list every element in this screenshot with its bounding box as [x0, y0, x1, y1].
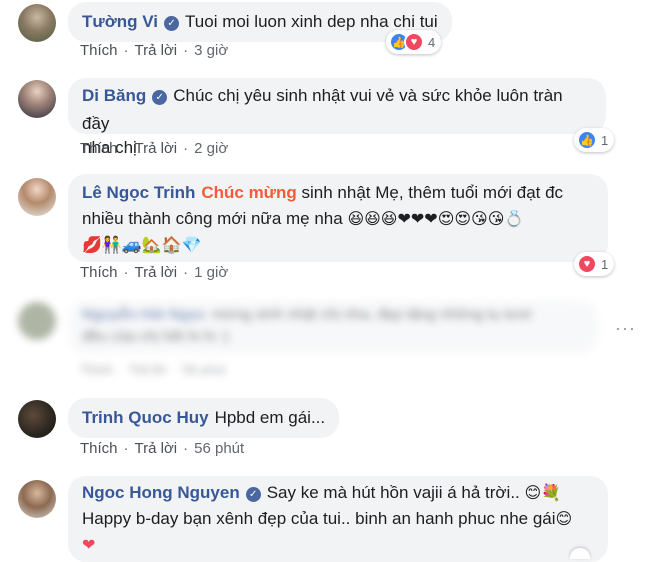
- timestamp[interactable]: 58 phút: [182, 362, 225, 377]
- timestamp[interactable]: 2 giờ: [194, 140, 228, 157]
- verified-icon: ✓: [245, 487, 261, 502]
- timestamp[interactable]: 3 giờ: [194, 42, 228, 59]
- avatar[interactable]: [18, 480, 56, 518]
- reply-link[interactable]: Trả lời: [135, 42, 178, 59]
- like-link[interactable]: Thích: [80, 42, 118, 59]
- like-link[interactable]: Thích: [80, 362, 113, 377]
- author-name[interactable]: Trinh Quoc Huy: [82, 408, 209, 427]
- comment-bubble: Trinh Quoc Huy Hpbd em gái...: [68, 398, 340, 438]
- reaction-count: 4: [428, 34, 436, 50]
- more-options-icon[interactable]: ···: [615, 318, 636, 339]
- highlighted-text: Chúc mừng: [201, 183, 297, 202]
- like-icon: 👍: [577, 130, 597, 150]
- avatar[interactable]: [18, 178, 56, 216]
- comment-actions: Thích · Trả lời · 1 giờ: [80, 264, 229, 281]
- emoji-string: 😊💐: [524, 483, 562, 502]
- like-link[interactable]: Thích: [80, 264, 118, 281]
- love-icon: ♥: [577, 254, 597, 274]
- comment-bubble: Ngoc Hong Nguyen ✓ Say ke mà hút hồn vajii…: [68, 476, 608, 562]
- reaction-summary[interactable]: 👍 1: [574, 128, 615, 152]
- comment-text-continued: nhiều thành công mới nữa mẹ nha: [82, 209, 343, 228]
- reply-link[interactable]: Trả lời: [129, 362, 166, 377]
- love-icon: ♥: [404, 32, 424, 52]
- timestamp[interactable]: 56 phút: [194, 440, 244, 457]
- avatar[interactable]: [18, 4, 56, 42]
- author-name[interactable]: Di Băng: [82, 86, 146, 105]
- author-name[interactable]: Lê Ngọc Trinh: [82, 183, 195, 202]
- comment-bubble: Di Băng ✓ Chúc chị yêu sinh nhật vui vẻ và…: [68, 78, 606, 157]
- timestamp[interactable]: 1 giờ: [194, 264, 228, 281]
- reply-link[interactable]: Trả lời: [135, 140, 178, 157]
- avatar[interactable]: [18, 400, 56, 438]
- emoji-string: 😆😆😆❤❤❤😍😍😘😘💍: [347, 209, 525, 228]
- reaction-summary[interactable]: 👍 ♥ 4: [386, 30, 442, 54]
- comment-actions: Thích · Trả lời · 58 phút: [80, 362, 226, 377]
- emoji-string-3: ❤: [82, 535, 96, 554]
- verified-icon: ✓: [152, 90, 168, 105]
- verified-icon: ✓: [164, 16, 180, 31]
- comment-bubble: Lê Ngọc Trinh Chúc mừng sinh nhật Mẹ, thê…: [68, 174, 608, 262]
- comment-actions: Thích · Trả lời · 3 giờ: [80, 42, 229, 59]
- reply-link[interactable]: Trả lời: [135, 440, 178, 457]
- comment-text: Hpbd em gái...: [214, 408, 326, 427]
- comment-text: sinh nhật Mẹ, thêm tuổi mới đạt đc: [301, 183, 564, 202]
- comment-text: Tuoi moi luon xinh dep nha chi tui: [185, 12, 438, 31]
- avatar[interactable]: [18, 80, 56, 118]
- comment-bubble: Nguyễn Hải Ngọc mừng sinh nhật chị nha, đ…: [68, 300, 598, 354]
- comment-text: Say ke mà hút hồn vajii á hả trời..: [266, 483, 520, 502]
- comment-actions: Thích · Trả lời · 56 phút: [80, 440, 245, 457]
- comment-text-continued: đều của chị hết hi hi :): [82, 328, 229, 345]
- like-link[interactable]: Thích: [80, 440, 118, 457]
- like-link[interactable]: Thích: [80, 140, 118, 157]
- author-name[interactable]: Tường Vi: [82, 12, 158, 31]
- author-name[interactable]: Nguyễn Hải Ngọc: [82, 306, 206, 323]
- comment-text-continued: Happy b-day bạn xênh đẹp của tui.. binh …: [82, 509, 556, 528]
- emoji-string-2: 💋👫🚙🏡🏠💎: [82, 235, 202, 254]
- avatar[interactable]: [18, 302, 56, 340]
- emoji-string-2: 😊: [555, 509, 573, 528]
- author-name[interactable]: Ngoc Hong Nguyen: [82, 483, 240, 502]
- comment-text: mừng sinh nhật chị nha, đẹp tặng những t…: [212, 306, 532, 323]
- reaction-count: 1: [601, 132, 609, 148]
- reply-link[interactable]: Trả lời: [135, 264, 178, 281]
- reaction-count: 1: [601, 256, 609, 272]
- reaction-summary[interactable]: ♥ 1: [574, 252, 615, 276]
- comment-actions: Thích · Trả lời · 2 giờ: [80, 140, 229, 157]
